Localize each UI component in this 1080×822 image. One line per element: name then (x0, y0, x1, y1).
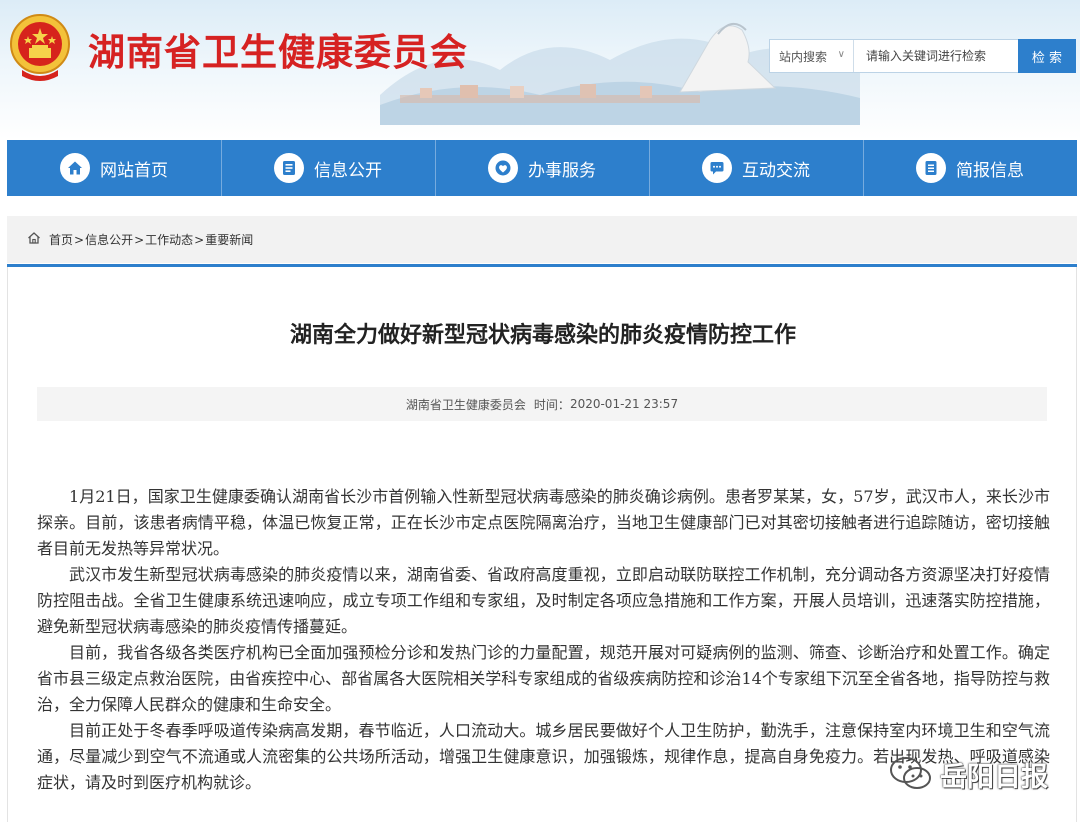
home-icon (60, 153, 90, 183)
heart-service-icon (488, 153, 518, 183)
nav-item-label: 简报信息 (956, 160, 1024, 181)
search-scope-select[interactable]: 站内搜索 ∨ (770, 40, 854, 72)
search-input[interactable] (854, 40, 1018, 72)
watermark-text: 岳阳日报 (940, 761, 1048, 793)
breadcrumb-link-home[interactable]: 首页 (49, 231, 73, 248)
article-source: 湖南省卫生健康委员会 (405, 397, 526, 412)
nav-item-label: 网站首页 (100, 160, 168, 181)
home-icon (27, 231, 41, 248)
breadcrumb: 首页 > 信息公开 > 工作动态 > 重要新闻 (7, 216, 1077, 263)
article-time-label: 时间： (533, 397, 570, 412)
main-nav: 网站首页 信息公开 办事服务 互动交流 简报信息 (7, 140, 1077, 196)
search-scope-label: 站内搜索 (779, 49, 828, 64)
search-box: 站内搜索 ∨ 检 索 (769, 39, 1076, 73)
article-body: 1月21日，国家卫生健康委确认湖南省长沙市首例输入性新型冠状病毒感染的肺炎确诊病… (37, 484, 1050, 796)
breadcrumb-separator: > (134, 232, 145, 247)
article-paragraph: 1月21日，国家卫生健康委确认湖南省长沙市首例输入性新型冠状病毒感染的肺炎确诊病… (37, 487, 1050, 558)
wechat-icon (890, 757, 931, 789)
nav-item-label: 信息公开 (314, 160, 382, 181)
nav-item-label: 互动交流 (742, 160, 810, 181)
breadcrumb-link-info-disclosure[interactable]: 信息公开 (85, 231, 133, 248)
nav-item-interaction[interactable]: 互动交流 (649, 140, 863, 196)
nav-item-home[interactable]: 网站首页 (7, 140, 221, 196)
site-header: 湖南省卫生健康委员会 站内搜索 ∨ 检 索 (0, 0, 1080, 140)
article: 湖南全力做好新型冠状病毒感染的肺炎疫情防控工作 湖南省卫生健康委员会 时间： 2… (7, 267, 1077, 822)
national-emblem-icon (10, 14, 70, 81)
chevron-down-icon: ∨ (837, 49, 845, 60)
breadcrumb-link-important-news[interactable]: 重要新闻 (205, 231, 253, 248)
nav-item-info-disclosure[interactable]: 信息公开 (221, 140, 435, 196)
article-meta: 湖南省卫生健康委员会 时间： 2020-01-21 23:57 (37, 387, 1047, 421)
watermark: 岳阳日报 (888, 752, 1048, 796)
article-paragraph: 目前，我省各级各类医疗机构已全面加强预检分诊和发热门诊的力量配置，规范开展对可疑… (37, 643, 1050, 714)
breadcrumb-separator: > (74, 232, 85, 247)
article-time: 2020-01-21 23:57 (569, 397, 679, 411)
breadcrumb-link-work-news[interactable]: 工作动态 (145, 231, 193, 248)
document-list-icon (274, 153, 304, 183)
nav-item-services[interactable]: 办事服务 (435, 140, 649, 196)
article-title: 湖南全力做好新型冠状病毒感染的肺炎疫情防控工作 (289, 323, 796, 348)
chat-bubble-icon (702, 153, 732, 183)
breadcrumb-separator: > (194, 232, 205, 247)
article-paragraph: 武汉市发生新型冠状病毒感染的肺炎疫情以来，湖南省委、省政府高度重视，立即启动联防… (37, 565, 1050, 636)
nav-item-label: 办事服务 (528, 160, 596, 181)
search-button[interactable]: 检 索 (1018, 39, 1076, 73)
site-title: 湖南省卫生健康委员会 (88, 31, 468, 74)
briefing-icon (916, 153, 946, 183)
nav-item-briefing[interactable]: 简报信息 (863, 140, 1077, 196)
